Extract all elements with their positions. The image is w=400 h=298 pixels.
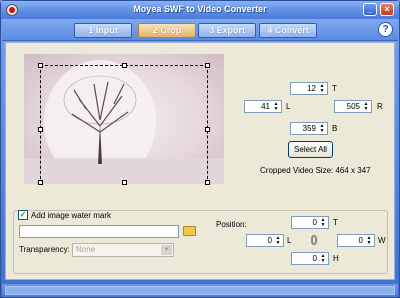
spin-arrows-icon[interactable]: ▲ ▼ [319,218,327,228]
wm-left-value: 0 [267,236,272,245]
step-convert-button[interactable]: 4 Convert [259,23,317,38]
wm-top-label: T [333,218,338,227]
window-title: Moyea SWF to Video Converter [133,4,267,14]
spin-arrows-icon[interactable]: ▲ ▼ [272,102,280,112]
crop-handle-left[interactable] [38,127,43,132]
step-label: Input [95,25,118,35]
wm-height-label: H [333,254,339,263]
crop-bottom-label: B [332,124,338,133]
step-input-button[interactable]: 1 Input [74,23,132,38]
select-all-button[interactable]: Select All [288,141,333,158]
close-button[interactable]: × [380,3,394,16]
spin-arrows-icon[interactable]: ▲ ▼ [319,254,327,264]
watermark-group: ✓ Add image water mark Transparency: Non… [13,210,388,274]
crop-panel: 12 ▲ ▼ T 41 ▲ ▼ L 505 ▲ ▼ R 359 ▲ ▼ B Select… [5,42,395,280]
folder-open-icon[interactable] [183,226,196,236]
crop-handle-top[interactable] [122,63,127,68]
wm-height-value: 0 [312,254,317,263]
link-lock-icon[interactable] [311,235,317,245]
video-preview [24,54,224,184]
crop-handle-top-right[interactable] [205,63,210,68]
transparency-select[interactable]: None ▼ [72,243,174,257]
spin-arrows-icon[interactable]: ▲ ▼ [362,102,370,112]
crop-handle-top-left[interactable] [38,63,43,68]
wm-width-spinner[interactable]: 0 ▲ ▼ [337,234,375,247]
crop-bottom-value: 359 [302,124,316,133]
spin-arrows-icon[interactable]: ▲ ▼ [318,84,326,94]
step-label: Export [216,25,246,35]
wm-top-value: 0 [312,218,317,227]
position-label: Position: [216,220,247,229]
transparency-value: None [76,245,96,254]
step-label: Crop [160,25,182,35]
wm-left-spinner[interactable]: 0 ▲ ▼ [246,234,284,247]
app-window: Moyea SWF to Video Converter _ × 1 Input… [0,0,400,298]
crop-right-label: R [377,102,383,111]
crop-handle-bottom-left[interactable] [38,180,43,185]
cropped-size-text: Cropped Video Size: 464 x 347 [260,166,371,175]
crop-top-spinner[interactable]: 12 ▲ ▼ [290,82,328,95]
wm-top-spinner[interactable]: 0 ▲ ▼ [291,216,329,229]
chevron-down-icon[interactable]: ▼ [161,245,172,255]
wm-width-label: W [378,236,386,245]
crop-right-value: 505 [346,102,360,111]
crop-rectangle[interactable] [40,65,208,184]
watermark-checkbox-label: Add image water mark [31,211,114,220]
step-export-button[interactable]: 3 Export [198,23,256,38]
crop-handle-right[interactable] [205,127,210,132]
wm-left-label: L [287,236,292,245]
wm-height-spinner[interactable]: 0 ▲ ▼ [291,252,329,265]
watermark-checkbox[interactable]: ✓ [18,210,28,220]
help-button[interactable]: ? [378,22,393,37]
status-field [5,286,395,295]
crop-left-spinner[interactable]: 41 ▲ ▼ [244,100,282,113]
minimize-button[interactable]: _ [363,3,377,16]
status-bar [2,284,398,297]
step-number: 2 [152,25,158,35]
crop-handle-bottom-right[interactable] [205,180,210,185]
crop-bottom-spinner[interactable]: 359 ▲ ▼ [290,122,328,135]
spin-arrows-icon[interactable]: ▲ ▼ [318,124,326,134]
crop-handle-bottom[interactable] [122,180,127,185]
step-number: 1 [88,25,94,35]
crop-right-spinner[interactable]: 505 ▲ ▼ [334,100,372,113]
crop-top-label: T [332,84,337,93]
step-label: Convert [274,25,309,35]
crop-left-value: 41 [261,102,270,111]
wm-width-value: 0 [358,236,363,245]
spin-arrows-icon[interactable]: ▲ ▼ [365,236,373,246]
watermark-file-input[interactable] [19,225,179,238]
transparency-label: Transparency: [19,245,70,254]
spin-arrows-icon[interactable]: ▲ ▼ [274,236,282,246]
step-number: 4 [267,25,273,35]
crop-top-value: 12 [307,84,316,93]
step-number: 3 [208,25,214,35]
step-crop-button[interactable]: 2 Crop [138,23,196,38]
crop-left-label: L [286,102,291,111]
steps-toolbar: 1 Input 2 Crop 3 Export 4 Convert ? [2,19,398,41]
title-bar[interactable]: Moyea SWF to Video Converter _ × [1,1,399,19]
